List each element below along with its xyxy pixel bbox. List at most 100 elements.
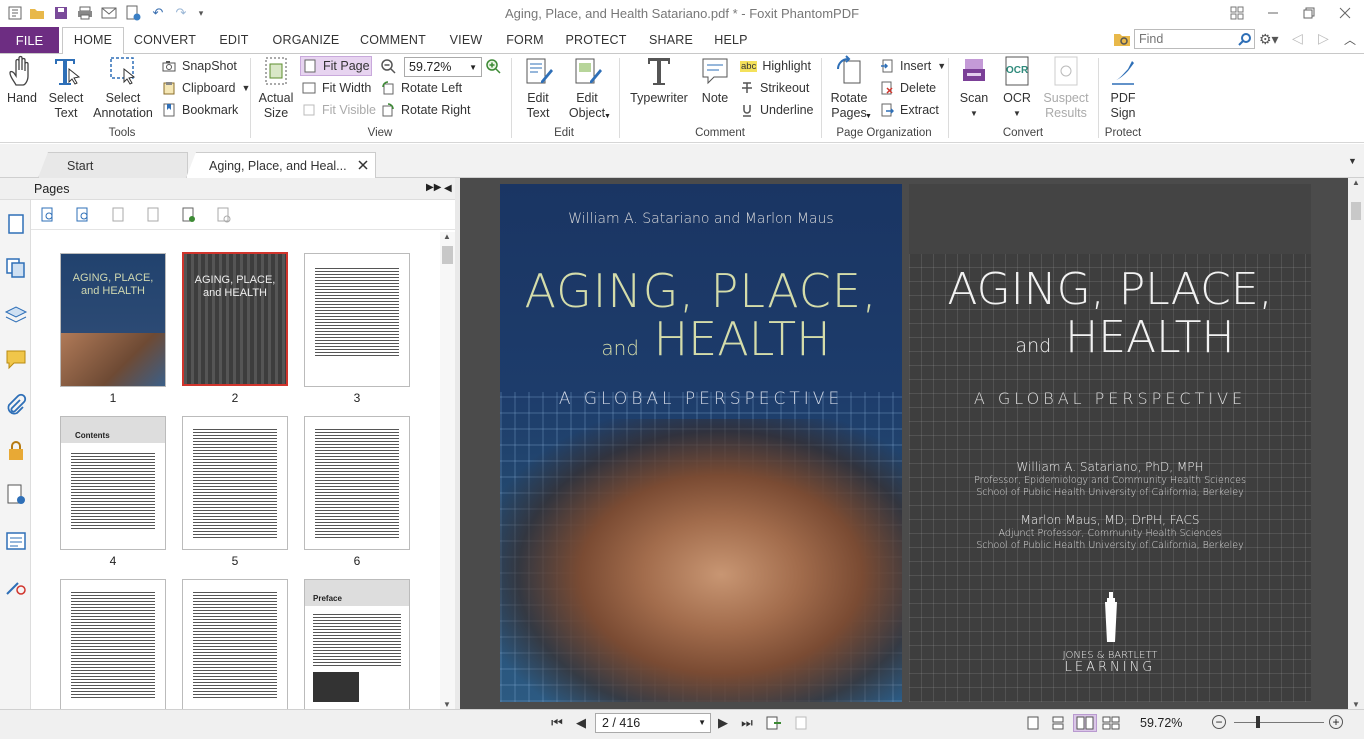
extract-button[interactable]: Extract: [880, 100, 939, 120]
scroll-down-icon[interactable]: ▼: [443, 700, 451, 709]
tab-form[interactable]: FORM: [500, 27, 550, 53]
delete-page-icon[interactable]: [215, 207, 231, 223]
tab-protect[interactable]: PROTECT: [560, 27, 632, 53]
insert-button[interactable]: Insert ▼: [880, 56, 946, 76]
page-thumbnail-5[interactable]: [182, 416, 288, 550]
facing-view-icon[interactable]: [1073, 714, 1097, 732]
edit-text-button[interactable]: Edit Text: [516, 55, 560, 121]
signatures-icon[interactable]: [4, 483, 28, 507]
find-field[interactable]: [1134, 29, 1255, 49]
next-view-icon[interactable]: [790, 714, 808, 732]
tab-comment[interactable]: COMMENT: [354, 27, 432, 53]
fit-visible-button[interactable]: Fit Visible: [302, 100, 376, 120]
tab-organize[interactable]: ORGANIZE: [268, 27, 344, 53]
strikeout-button[interactable]: Strikeout: [740, 78, 809, 98]
search-icon[interactable]: [1238, 32, 1252, 49]
close-tab-icon[interactable]: [357, 159, 369, 171]
tab-edit[interactable]: EDIT: [210, 27, 258, 53]
tab-view[interactable]: VIEW: [440, 27, 492, 53]
select-text-button[interactable]: Select Text: [45, 55, 87, 121]
pdf-sign-button[interactable]: PDF Sign: [1104, 55, 1142, 121]
scroll-thumb[interactable]: [442, 246, 453, 264]
scroll-thumb[interactable]: [1351, 202, 1361, 220]
thumbnail-scrollbar[interactable]: ▲ ▼: [440, 232, 455, 709]
reduce-thumbnails-icon[interactable]: [75, 207, 91, 223]
underline-button[interactable]: Underline: [740, 100, 814, 120]
note-button[interactable]: Note: [697, 55, 733, 106]
tab-help[interactable]: HELP: [708, 27, 754, 53]
snapshot-button[interactable]: SnapShot: [162, 56, 237, 76]
tab-home[interactable]: HOME: [62, 27, 124, 53]
next-result-icon[interactable]: ▷: [1318, 30, 1329, 47]
previous-view-icon[interactable]: [765, 714, 783, 732]
scroll-up-icon[interactable]: ▲: [1352, 178, 1360, 187]
scan-button[interactable]: Scan ▼: [955, 55, 993, 121]
fit-width-button[interactable]: Fit Width: [302, 78, 371, 98]
document-viewer[interactable]: William A. Satariano and Marlon Maus AGI…: [460, 178, 1348, 709]
page-thumbnail-7[interactable]: [60, 579, 166, 709]
bookmark-button[interactable]: Bookmark: [162, 100, 238, 120]
scroll-up-icon[interactable]: ▲: [443, 232, 451, 241]
page-thumbnail-2[interactable]: AGING, PLACE, and HEALTH: [182, 252, 288, 386]
first-page-icon[interactable]: ⏮: [548, 714, 566, 732]
certificate-icon[interactable]: [4, 574, 28, 598]
comments-icon[interactable]: [4, 347, 28, 371]
tab-share[interactable]: SHARE: [642, 27, 700, 53]
tab-convert[interactable]: CONVERT: [128, 27, 202, 53]
hand-tool-button[interactable]: Hand: [3, 55, 41, 106]
attachments-icon[interactable]: [4, 393, 28, 417]
scroll-down-icon[interactable]: ▼: [1352, 700, 1360, 709]
search-input[interactable]: [1135, 30, 1235, 48]
zoom-out-icon[interactable]: [380, 58, 398, 76]
zoom-slider-track[interactable]: [1234, 722, 1324, 723]
clipboard-button[interactable]: Clipboard ▼: [162, 78, 250, 98]
rotate-right-button[interactable]: Rotate Right: [381, 100, 470, 120]
zoom-out-button[interactable]: −: [1212, 715, 1226, 729]
select-annotation-button[interactable]: Select Annotation: [90, 55, 156, 121]
previous-page-icon[interactable]: ◀: [572, 714, 590, 732]
rotate-left-button[interactable]: Rotate Left: [381, 78, 462, 98]
previous-result-icon[interactable]: ◁: [1292, 30, 1303, 47]
tab-list-dropdown-icon[interactable]: ▼: [1348, 156, 1357, 166]
page-thumbnail-8[interactable]: [182, 579, 288, 709]
page-thumbnail-9[interactable]: Preface: [304, 579, 410, 709]
security-lock-icon[interactable]: [4, 439, 28, 463]
typewriter-button[interactable]: Typewriter: [627, 55, 691, 106]
pages-panel-icon[interactable]: [4, 212, 28, 236]
settings-gear-icon[interactable]: ⚙▾: [1259, 31, 1285, 47]
layers-icon[interactable]: [4, 303, 28, 327]
delete-button[interactable]: Delete: [880, 78, 936, 98]
rotate-pages-button[interactable]: Rotate Pages: [826, 55, 872, 121]
actual-size-button[interactable]: Actual Size: [254, 55, 298, 121]
collapse-ribbon-icon[interactable]: ︿: [1344, 31, 1356, 48]
minimize-button[interactable]: [1256, 2, 1290, 24]
find-folder-icon[interactable]: [1113, 30, 1131, 48]
page-thumbnail-3[interactable]: [304, 253, 410, 387]
continuous-view-icon[interactable]: [1049, 714, 1067, 732]
zoom-slider-thumb[interactable]: [1256, 716, 1260, 728]
enlarge-thumbnails-icon[interactable]: [40, 207, 56, 223]
panel-options-icon[interactable]: ▶▶: [426, 182, 441, 193]
page-thumbnail-1[interactable]: AGING, PLACE, and HEALTH: [60, 253, 166, 387]
new-page-icon[interactable]: [180, 207, 196, 223]
last-page-icon[interactable]: ⏭: [738, 714, 756, 732]
replace-page-icon[interactable]: [145, 207, 161, 223]
document-scrollbar[interactable]: ▲ ▼: [1348, 178, 1364, 709]
fit-page-button[interactable]: Fit Page: [300, 56, 372, 76]
page-number-field[interactable]: 2 / 416 ▼: [595, 713, 711, 733]
suspect-results-button[interactable]: Suspect Results: [1040, 55, 1092, 121]
tab-file[interactable]: FILE: [0, 27, 59, 53]
maximize-button[interactable]: [1292, 2, 1326, 24]
content-icon[interactable]: [4, 529, 28, 553]
collapse-panel-icon[interactable]: ◀: [444, 183, 452, 194]
next-page-icon[interactable]: ▶: [714, 714, 732, 732]
page-thumbnail-6[interactable]: [304, 416, 410, 550]
highlight-button[interactable]: abc Highlight: [740, 56, 811, 76]
close-button[interactable]: [1328, 2, 1362, 24]
zoom-in-icon[interactable]: [485, 58, 503, 76]
page-thumbnail-4[interactable]: Contents: [60, 416, 166, 550]
continuous-facing-view-icon[interactable]: [1100, 714, 1122, 732]
thumbnails-icon[interactable]: [4, 256, 28, 280]
zoom-in-button[interactable]: +: [1329, 715, 1343, 729]
zoom-select[interactable]: 59.72% ▼: [404, 57, 482, 77]
